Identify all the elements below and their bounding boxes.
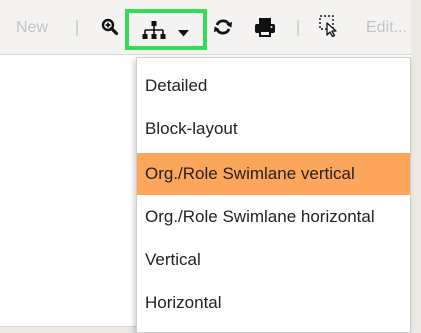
edit-button[interactable]: Edit... [366,19,407,37]
layout-dropdown-button[interactable] [125,9,207,50]
refresh-icon[interactable] [212,16,234,38]
toolbar-separator: | [75,19,80,36]
menu-item-org-role-swimlane-vertical[interactable]: Org./Role Swimlane vertical [137,153,410,195]
layout-menu: Detailed Block-layout Org./Role Swimlane… [136,57,411,333]
hierarchy-icon [142,20,166,42]
menu-item-detailed[interactable]: Detailed [137,65,410,107]
printer-icon[interactable] [254,16,276,38]
menu-item-horizontal[interactable]: Horizontal [137,282,410,324]
chevron-down-icon [177,28,189,38]
menu-item-vertical[interactable]: Vertical [137,239,410,281]
toolbar-separator: | [296,19,301,36]
zoom-in-icon[interactable] [100,17,120,37]
toolbar: New | | Edit... [0,0,411,55]
menu-item-org-role-swimlane-horizontal[interactable]: Org./Role Swimlane horizontal [137,196,410,238]
frame-border [0,326,136,327]
new-button[interactable]: New [16,19,48,37]
selection-cursor-icon[interactable] [318,14,342,38]
menu-item-block-layout[interactable]: Block-layout [137,108,410,150]
